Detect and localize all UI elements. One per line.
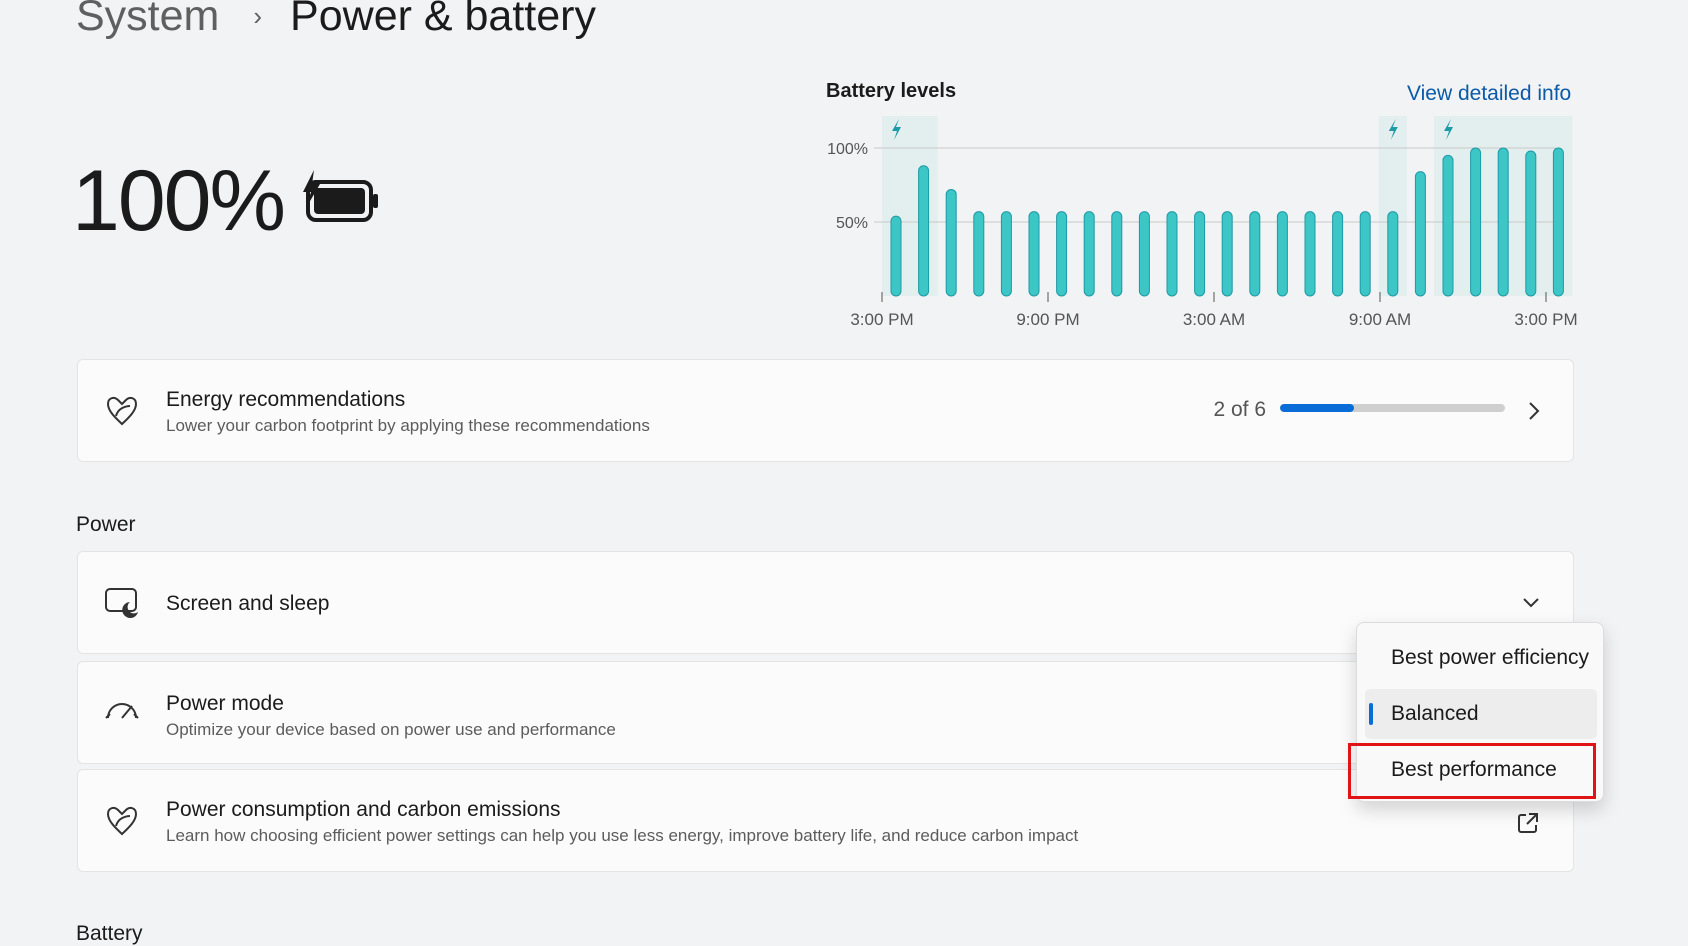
power-section-label: Power: [76, 513, 136, 536]
battery-bar: [890, 215, 902, 297]
battery-bar: [1552, 147, 1564, 297]
energy-recommendations-card[interactable]: Energy recommendations Lower your carbon…: [77, 359, 1574, 462]
chevron-right-icon: [1529, 402, 1540, 420]
battery-bar: [1166, 211, 1178, 297]
consumption-title: Power consumption and carbon emissions: [166, 798, 561, 821]
battery-bar: [1276, 211, 1288, 297]
battery-bar: [1028, 211, 1040, 297]
external-link-icon[interactable]: [1517, 812, 1539, 834]
power-mode-title: Power mode: [166, 692, 284, 715]
recommendation-count: 2 of 6: [1213, 398, 1266, 421]
battery-section-label: Battery: [76, 922, 143, 945]
battery-bar: [1497, 147, 1509, 297]
screen-sleep-icon: [105, 588, 138, 618]
gauge-icon: [105, 703, 139, 719]
option-balanced[interactable]: Balanced: [1365, 689, 1597, 739]
battery-bar: [1000, 211, 1012, 297]
leaf-icon: [106, 806, 138, 836]
option-balanced-label: Balanced: [1391, 702, 1479, 725]
battery-bar: [1083, 211, 1095, 297]
x-tick-label: 3:00 AM: [1183, 310, 1245, 329]
power-consumption-card[interactable]: Power consumption and carbon emissions L…: [77, 769, 1574, 872]
energy-desc: Lower your carbon footprint by applying …: [166, 416, 650, 435]
x-tick-label: 3:00 PM: [1514, 310, 1577, 329]
screen-and-sleep-card[interactable]: Screen and sleep: [77, 551, 1574, 654]
charging-period-shade: [882, 116, 938, 296]
battery-bar: [1249, 211, 1261, 297]
screen-sleep-title: Screen and sleep: [166, 592, 330, 615]
battery-bar: [1470, 147, 1482, 297]
recommendation-progress: [1280, 404, 1505, 412]
battery-bar: [1138, 211, 1150, 297]
battery-bar: [945, 188, 957, 297]
battery-bar: [1332, 211, 1344, 297]
battery-levels-chart: 100% 50% 3:00 PM 9:00 PM 3:00 AM 9:00 AM 3:00 …: [827, 116, 1578, 329]
battery-bar: [1221, 211, 1233, 297]
x-tick-label: 9:00 PM: [1016, 310, 1079, 329]
battery-bar: [1442, 154, 1454, 297]
consumption-desc: Learn how choosing efficient power setti…: [166, 826, 1079, 845]
battery-bar: [973, 211, 985, 297]
battery-bar: [1525, 150, 1537, 297]
battery-bar: [918, 165, 930, 297]
chevron-down-icon[interactable]: [1521, 596, 1541, 610]
option-best-power-efficiency[interactable]: Best power efficiency: [1365, 633, 1597, 683]
power-mode-desc: Optimize your device based on power use …: [166, 720, 616, 739]
power-mode-card: Power mode Optimize your device based on…: [77, 661, 1574, 764]
selected-indicator: [1369, 703, 1373, 725]
option-best-performance[interactable]: Best performance: [1365, 745, 1597, 795]
battery-bar: [1194, 211, 1206, 297]
energy-title: Energy recommendations: [166, 388, 406, 411]
battery-bar: [1111, 211, 1123, 297]
battery-bar: [1056, 211, 1068, 297]
battery-bar: [1414, 171, 1426, 297]
battery-bar: [1359, 211, 1371, 297]
y-tick-label: 50%: [836, 215, 868, 232]
battery-bar: [1387, 211, 1399, 297]
leaf-icon: [106, 396, 138, 426]
y-tick-label: 100%: [827, 141, 868, 158]
power-mode-dropdown: Best power efficiency Balanced Best perf…: [1356, 622, 1604, 802]
x-tick-label: 3:00 PM: [850, 310, 913, 329]
battery-bar: [1304, 211, 1316, 297]
x-tick-label: 9:00 AM: [1349, 310, 1411, 329]
